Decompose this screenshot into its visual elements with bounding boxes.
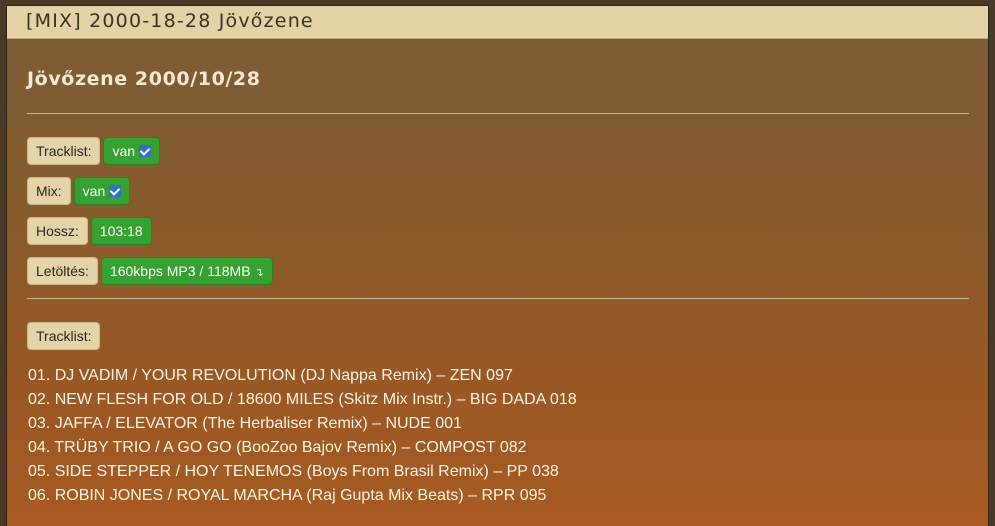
track-item: 06. ROBIN JONES / ROYAL MARCHA (Raj Gupt… bbox=[28, 487, 547, 504]
tracklist-header-row: Tracklist: bbox=[27, 322, 101, 350]
download-info-label: Letöltés: bbox=[27, 257, 98, 285]
check-icon bbox=[109, 185, 122, 197]
title-bar: [MIX] 2000-18-28 Jövőzene bbox=[7, 6, 988, 39]
info-row-length: Hossz: 103:18 bbox=[27, 217, 152, 245]
track-item: 03. JAFFA / ELEVATOR (The Herbaliser Rem… bbox=[28, 415, 462, 432]
mix-available-text: van bbox=[82, 183, 106, 199]
check-icon bbox=[139, 145, 152, 157]
length-value-badge: 103:18 bbox=[90, 217, 152, 245]
info-row-mix: Mix: van bbox=[27, 177, 131, 205]
divider-top bbox=[27, 113, 969, 114]
download-link[interactable]: 160kbps MP3 / 118MB ↴ bbox=[100, 257, 273, 285]
window-title: [MIX] 2000-18-28 Jövőzene bbox=[26, 10, 314, 32]
mix-info-label: Mix: bbox=[27, 177, 71, 205]
tracklist-available-text: van bbox=[112, 143, 136, 159]
info-row-download: Letöltés: 160kbps MP3 / 118MB ↴ bbox=[27, 257, 273, 285]
track-item: 01. DJ VADIM / YOUR REVOLUTION (DJ Nappa… bbox=[28, 367, 513, 384]
track-item: 04. TRÜBY TRIO / A GO GO (BooZoo Bajov R… bbox=[28, 439, 527, 456]
divider-middle bbox=[27, 298, 969, 299]
info-row-tracklist: Tracklist: van bbox=[27, 137, 161, 165]
tracklist-info-label: Tracklist: bbox=[27, 137, 101, 165]
track-item: 02. NEW FLESH FOR OLD / 18600 MILES (Ski… bbox=[28, 391, 577, 408]
download-link-text[interactable]: 160kbps MP3 / 118MB bbox=[110, 258, 251, 284]
length-info-label: Hossz: bbox=[27, 217, 88, 245]
mix-available-badge: van bbox=[73, 177, 131, 205]
track-list: 01. DJ VADIM / YOUR REVOLUTION (DJ Nappa… bbox=[28, 364, 577, 508]
tracklist-available-badge: van bbox=[103, 137, 161, 165]
page-heading: Jövőzene 2000/10/28 bbox=[27, 68, 261, 90]
track-item: 05. SIDE STEPPER / HOY TENEMOS (Boys Fro… bbox=[28, 463, 559, 480]
download-arrow-icon[interactable]: ↴ bbox=[255, 267, 264, 279]
tracklist-section-label: Tracklist: bbox=[27, 322, 101, 350]
